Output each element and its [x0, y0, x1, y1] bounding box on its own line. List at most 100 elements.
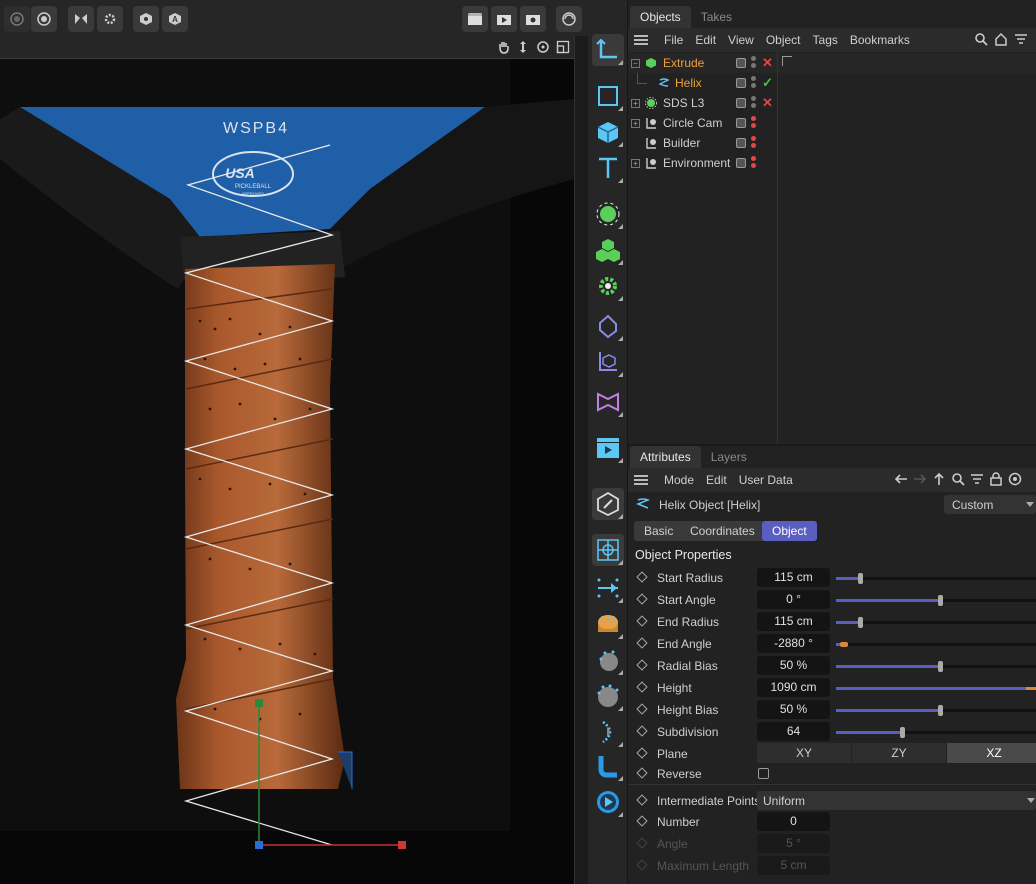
property-slider[interactable]	[836, 573, 1036, 584]
render-dots[interactable]	[751, 116, 756, 130]
playback-icon[interactable]	[592, 786, 624, 818]
expand-toggle[interactable]: −	[631, 58, 640, 68]
visibility-toggle[interactable]	[736, 138, 746, 148]
keyframe-diamond-icon[interactable]	[636, 571, 648, 583]
keyframe-diamond-icon[interactable]	[636, 593, 648, 605]
menu-hamburger-icon[interactable]	[634, 475, 648, 485]
menu-hamburger-icon[interactable]	[634, 35, 648, 45]
render-dots[interactable]	[751, 136, 756, 150]
enable-toggle-icon[interactable]: ✕	[762, 55, 773, 71]
object-row-environment[interactable]: + Environment	[628, 153, 1036, 173]
text-tool-icon[interactable]: A	[162, 6, 188, 32]
menu-edit[interactable]: Edit	[695, 33, 716, 47]
enable-toggle-icon[interactable]: ✓	[762, 75, 773, 91]
keyframe-diamond-icon[interactable]	[636, 815, 648, 827]
coordinate-system-icon[interactable]	[592, 34, 624, 66]
property-value-field[interactable]: -2880 °	[757, 634, 830, 653]
sphere-points-icon[interactable]	[592, 644, 624, 676]
grid-snap-icon[interactable]	[592, 534, 624, 566]
expand-toggle[interactable]: +	[631, 118, 640, 128]
property-slider[interactable]	[836, 687, 1036, 690]
move-arrows-icon[interactable]	[516, 40, 530, 57]
expand-toggle[interactable]: +	[631, 98, 640, 108]
point-snap-icon[interactable]	[592, 572, 624, 604]
edge-loop-icon[interactable]	[592, 716, 624, 748]
menu-file[interactable]: File	[664, 33, 683, 47]
object-row-builder[interactable]: Builder	[628, 133, 1036, 153]
render-dots[interactable]	[751, 76, 756, 90]
object-row-sds[interactable]: + SDS L3 ✕	[628, 93, 1036, 113]
target-icon[interactable]	[1008, 472, 1022, 489]
subtab-coordinates[interactable]: Coordinates	[680, 521, 765, 541]
property-slider[interactable]	[836, 661, 1036, 672]
render-view-icon[interactable]	[462, 6, 488, 32]
field-icon[interactable]	[592, 346, 624, 378]
property-slider[interactable]	[836, 727, 1036, 738]
view-settings-icon[interactable]	[133, 6, 159, 32]
object-row-extrude[interactable]: − Extrude ✕	[628, 53, 1036, 73]
object-row-circle-cam[interactable]: + Circle Cam	[628, 113, 1036, 133]
plane-xy-button[interactable]: XY	[757, 743, 851, 763]
number-field[interactable]: 0	[757, 812, 830, 831]
cube-primitive-icon[interactable]	[592, 116, 624, 148]
render-dots[interactable]	[751, 56, 756, 70]
property-value-field[interactable]: 115 cm	[757, 612, 830, 631]
slider-knob[interactable]	[858, 617, 863, 628]
sphere-vertex-icon[interactable]	[592, 680, 624, 712]
polygon-grid-icon[interactable]	[592, 608, 624, 640]
keyframe-diamond-icon[interactable]	[636, 794, 648, 806]
volume-icon[interactable]	[592, 386, 624, 418]
menu-object[interactable]: Object	[766, 33, 801, 47]
property-slider[interactable]	[836, 705, 1036, 716]
property-slider[interactable]	[836, 595, 1036, 606]
property-slider[interactable]	[836, 642, 1036, 647]
keyframe-diamond-icon[interactable]	[636, 681, 648, 693]
render-dots[interactable]	[751, 156, 756, 170]
menu-view[interactable]: View	[728, 33, 754, 47]
render-picture-viewer-icon[interactable]	[491, 6, 517, 32]
slider-knob[interactable]	[938, 705, 943, 716]
keyframe-diamond-icon[interactable]	[636, 615, 648, 627]
keyframe-diamond-icon[interactable]	[636, 637, 648, 649]
search-icon[interactable]	[951, 472, 965, 489]
menu-edit[interactable]: Edit	[706, 473, 727, 487]
intermediate-dropdown[interactable]: Uniform	[757, 791, 1036, 810]
record-icon[interactable]	[4, 6, 30, 32]
expand-toggle[interactable]: +	[631, 158, 640, 168]
deformer-icon[interactable]	[592, 310, 624, 342]
menu-bookmarks[interactable]: Bookmarks	[850, 33, 910, 47]
property-value-field[interactable]: 50 %	[757, 656, 830, 675]
tab-layers[interactable]: Layers	[701, 446, 757, 468]
keyframe-diamond-icon[interactable]	[636, 703, 648, 715]
tab-attributes[interactable]: Attributes	[630, 446, 701, 468]
column-divider[interactable]	[777, 52, 778, 444]
render-dots[interactable]	[751, 96, 756, 110]
maximize-view-icon[interactable]	[556, 40, 570, 57]
tag-icon[interactable]	[782, 56, 792, 66]
scene-clapper-icon[interactable]	[592, 432, 624, 464]
pan-hand-icon[interactable]	[497, 40, 511, 57]
3d-viewport[interactable]: WSPB4 USA PICKLEBALL APPROVED	[0, 58, 574, 884]
subtab-basic[interactable]: Basic	[634, 521, 684, 541]
auto-key-icon[interactable]	[31, 6, 57, 32]
enable-toggle-icon[interactable]: ✕	[762, 95, 773, 111]
property-value-field[interactable]: 1090 cm	[757, 678, 830, 697]
render-settings-icon[interactable]	[520, 6, 546, 32]
home-icon[interactable]	[994, 32, 1008, 49]
slider-knob[interactable]	[858, 573, 863, 584]
filter-icon[interactable]	[970, 472, 984, 489]
visibility-toggle[interactable]	[736, 158, 746, 168]
keyframe-diamond-icon[interactable]	[636, 725, 648, 737]
pen-tool-icon[interactable]	[592, 488, 624, 520]
plane-zy-button[interactable]: ZY	[852, 743, 946, 763]
slider-knob[interactable]	[900, 727, 905, 738]
property-value-field[interactable]: 0 °	[757, 590, 830, 609]
text-object-icon[interactable]	[592, 152, 624, 184]
visibility-toggle[interactable]	[736, 118, 746, 128]
effector-gear-icon[interactable]	[592, 270, 624, 302]
preset-dropdown[interactable]: Custom	[944, 495, 1036, 514]
slider-knob[interactable]	[840, 642, 848, 647]
property-slider[interactable]	[836, 617, 1036, 628]
magnet-icon[interactable]	[556, 6, 582, 32]
keyframe-diamond-icon[interactable]	[636, 747, 648, 759]
